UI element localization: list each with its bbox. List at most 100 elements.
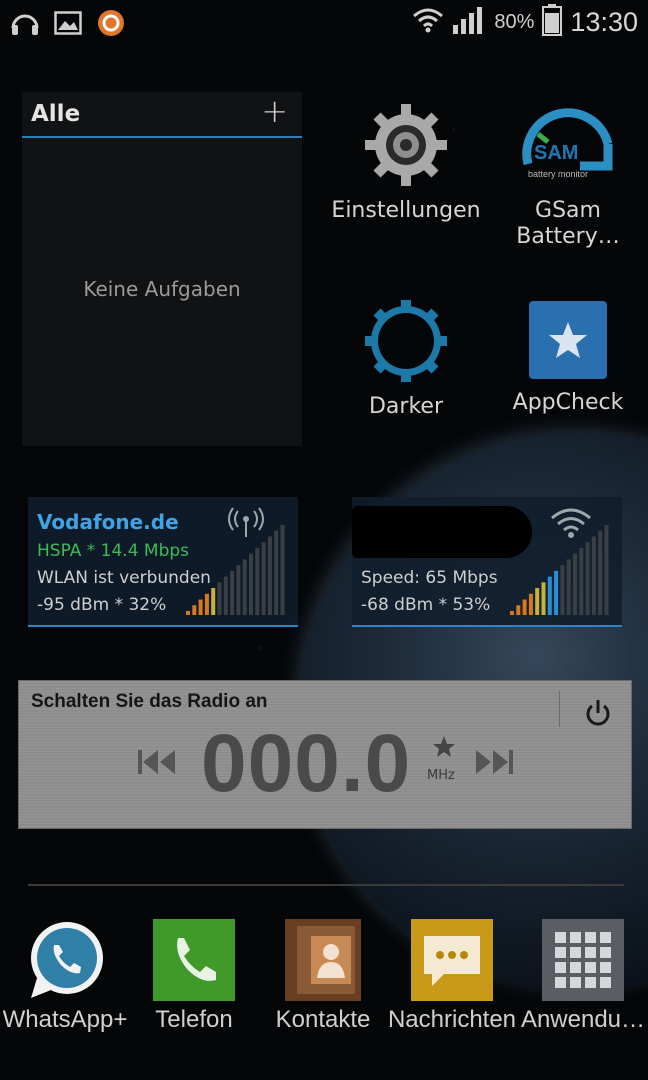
mobile-signal-bars bbox=[186, 525, 285, 615]
mobile-signal-widget[interactable]: Vodafone.de HSPA * 14.4 Mbps WLAN ist ve… bbox=[28, 497, 298, 627]
grid-dot bbox=[555, 977, 566, 988]
mobile-signal-strength: -95 dBm * 32% bbox=[37, 595, 167, 615]
radio-divider bbox=[559, 691, 560, 727]
signal-bar bbox=[198, 599, 203, 615]
signal-bar bbox=[267, 536, 272, 615]
power-button[interactable] bbox=[585, 699, 611, 731]
signal-bar bbox=[522, 599, 527, 615]
signal-bar bbox=[554, 570, 559, 615]
signal-bar bbox=[579, 547, 584, 615]
signal-bar bbox=[242, 559, 247, 615]
battery-percent: 80% bbox=[494, 10, 535, 33]
grid-dot bbox=[600, 962, 611, 973]
signal-bar bbox=[510, 611, 514, 615]
grid-dot bbox=[555, 962, 566, 973]
signal-bar bbox=[528, 593, 533, 615]
gsam-icon-text: SAM bbox=[534, 142, 579, 164]
signal-bar bbox=[560, 565, 565, 615]
signal-bar bbox=[211, 588, 216, 615]
fm-radio-widget[interactable]: Schalten Sie das Radio an 000.0 MHz bbox=[18, 680, 632, 829]
dock-divider bbox=[28, 884, 624, 886]
tasks-empty-text: Keine Aufgaben bbox=[83, 277, 241, 301]
app-label-appcheck: AppCheck bbox=[512, 390, 624, 415]
radio-unit: MHz bbox=[427, 768, 455, 783]
tasks-widget[interactable]: Alle + Keine Aufgaben bbox=[22, 92, 302, 446]
whatsapp-icon bbox=[23, 918, 107, 1002]
signal-bar bbox=[236, 565, 241, 615]
wifi-signal-strength: -68 dBm * 53% bbox=[361, 595, 491, 615]
grid-dot bbox=[570, 977, 581, 988]
appcheck-star-icon bbox=[528, 300, 608, 380]
signal-bar bbox=[261, 542, 266, 615]
dock-anwendungen[interactable]: Anwendu… bbox=[518, 918, 648, 1034]
headphones-icon bbox=[10, 10, 40, 40]
signal-bar bbox=[217, 582, 222, 615]
cell-signal-icon bbox=[452, 5, 486, 39]
app-appcheck[interactable]: AppCheck bbox=[488, 300, 648, 416]
grid-dot bbox=[555, 932, 566, 943]
dock-label-anwendungen: Anwendu… bbox=[520, 1006, 646, 1033]
wlan-status: WLAN ist verbunden bbox=[37, 568, 211, 588]
dock-label-nachrichten: Nachrichten bbox=[387, 1006, 517, 1033]
skip-back-icon bbox=[138, 750, 175, 774]
dock-nachrichten[interactable]: Nachrichten bbox=[387, 918, 517, 1034]
grid-dot bbox=[570, 932, 581, 943]
grid-dot bbox=[600, 947, 611, 958]
apps-grid-icon bbox=[541, 918, 625, 1002]
grid-dot bbox=[570, 947, 581, 958]
phone-icon bbox=[152, 918, 236, 1002]
signal-bar bbox=[591, 536, 596, 615]
clock: 13:30 bbox=[570, 6, 638, 37]
grid-dot bbox=[555, 947, 566, 958]
app-gsam-battery[interactable]: SAM battery monitor GSam Battery… bbox=[488, 104, 648, 250]
dock-label-kontakte: Kontakte bbox=[275, 1006, 371, 1033]
signal-bar bbox=[230, 570, 235, 615]
signal-bar bbox=[249, 553, 253, 615]
dock-whatsapp[interactable]: WhatsApp+ bbox=[0, 918, 130, 1034]
status-bar: 80% 13:30 bbox=[0, 0, 648, 44]
grid-dot bbox=[600, 977, 611, 988]
battery-icon bbox=[542, 4, 563, 40]
ring-app-icon bbox=[96, 8, 126, 42]
grid-dot bbox=[585, 962, 596, 973]
signal-bar bbox=[274, 530, 279, 615]
darker-gear-icon bbox=[363, 298, 449, 384]
favorite-star-button[interactable] bbox=[432, 735, 456, 763]
signal-bar bbox=[573, 553, 577, 615]
dock-label-whatsapp: WhatsApp+ bbox=[2, 1006, 128, 1033]
image-icon bbox=[54, 11, 82, 39]
signal-bar bbox=[192, 605, 197, 615]
grid-dot bbox=[585, 977, 596, 988]
signal-bar bbox=[535, 588, 540, 615]
signal-bar bbox=[541, 582, 546, 615]
carrier-name: Vodafone.de bbox=[37, 510, 179, 534]
tasks-filter-title[interactable]: Alle bbox=[31, 101, 80, 127]
app-einstellungen[interactable]: Einstellungen bbox=[326, 102, 486, 224]
contacts-icon bbox=[281, 918, 365, 1002]
star-icon bbox=[433, 736, 455, 757]
gsam-icon-subtext: battery monitor bbox=[528, 169, 589, 179]
messages-icon bbox=[410, 918, 494, 1002]
signal-bar bbox=[255, 547, 260, 615]
signal-bar bbox=[604, 525, 609, 615]
tasks-header: Alle + bbox=[22, 92, 302, 138]
power-icon bbox=[586, 700, 610, 726]
signal-bar bbox=[566, 559, 571, 615]
seek-back-button[interactable] bbox=[137, 747, 177, 781]
dock-label-telefon: Telefon bbox=[155, 1006, 233, 1033]
add-task-button[interactable]: + bbox=[261, 95, 288, 127]
signal-bar bbox=[186, 611, 190, 615]
app-label-gsam-battery: GSam Battery… bbox=[516, 198, 620, 249]
wifi-speed: Speed: 65 Mbps bbox=[361, 568, 498, 588]
network-type: HSPA * 14.4 Mbps bbox=[37, 541, 190, 561]
signal-bar bbox=[585, 542, 590, 615]
dock-telefon[interactable]: Telefon bbox=[129, 918, 259, 1034]
app-label-darker: Darker bbox=[368, 394, 443, 419]
settings-gear-icon bbox=[363, 102, 449, 188]
signal-bar bbox=[516, 605, 521, 615]
app-darker[interactable]: Darker bbox=[326, 298, 486, 420]
wifi-status-icon bbox=[412, 7, 444, 37]
dock-kontakte[interactable]: Kontakte bbox=[258, 918, 388, 1034]
signal-bar bbox=[223, 576, 228, 615]
seek-forward-button[interactable] bbox=[474, 747, 514, 781]
